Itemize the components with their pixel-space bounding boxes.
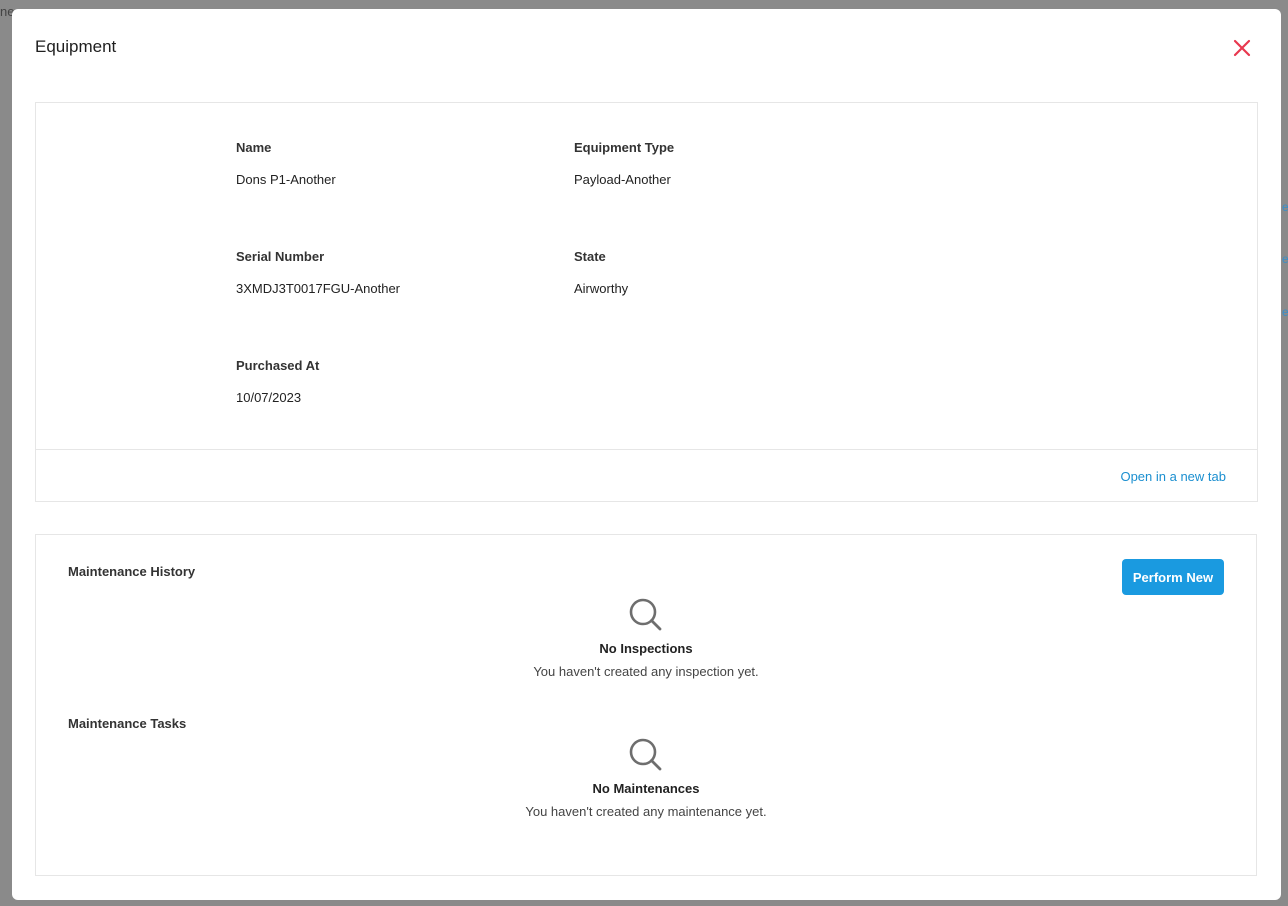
empty-state-title: No Inspections [599,641,693,656]
maintenance-history-title: Maintenance History [68,564,196,579]
background-edge-text: e [1282,200,1288,214]
equipment-modal: Equipment Name Dons P1-Another Equipment… [12,9,1281,900]
maintenance-tasks-title: Maintenance Tasks [68,716,187,731]
perform-new-button[interactable]: Perform New [1122,559,1224,595]
field-label: Purchased At [236,358,320,373]
field-value: Airworthy [574,281,629,296]
empty-state-description: You haven't created any inspection yet. [533,664,759,679]
field-label: Name [236,140,272,155]
field-label: Equipment Type [574,140,675,155]
empty-state-description: You haven't created any maintenance yet. [525,804,767,819]
close-icon[interactable] [1231,37,1253,59]
field-label: State [574,249,606,264]
empty-state-title: No Maintenances [592,781,700,796]
equipment-details-card: Name Dons P1-Another Equipment Type Payl… [35,102,1258,502]
no-inspections-empty-state: No Inspections You haven't created any i… [36,597,1256,679]
no-maintenances-empty-state: No Maintenances You haven't created any … [36,737,1256,819]
field-value: Dons P1-Another [236,172,336,187]
field-serial-number: Serial Number 3XMDJ3T0017FGU-Another [236,249,400,296]
field-value: 10/07/2023 [236,390,302,405]
field-state: State Airworthy [574,249,628,296]
maintenance-card: Maintenance History Perform New No Inspe… [35,534,1257,876]
details-card-footer: Open in a new tab [36,449,1257,502]
search-icon [629,598,662,631]
background-edge-text: e [1282,252,1288,266]
modal-title: Equipment [35,37,117,56]
search-icon [629,738,662,771]
field-value: Payload-Another [574,172,671,187]
field-label: Serial Number [236,249,325,264]
field-equipment-type: Equipment Type Payload-Another [574,140,674,187]
field-value: 3XMDJ3T0017FGU-Another [236,281,401,296]
field-purchased-at: Purchased At 10/07/2023 [236,358,319,405]
background-edge-text: e [1282,305,1288,319]
open-in-new-tab-link[interactable]: Open in a new tab [1120,469,1226,484]
field-name: Name Dons P1-Another [236,140,336,187]
